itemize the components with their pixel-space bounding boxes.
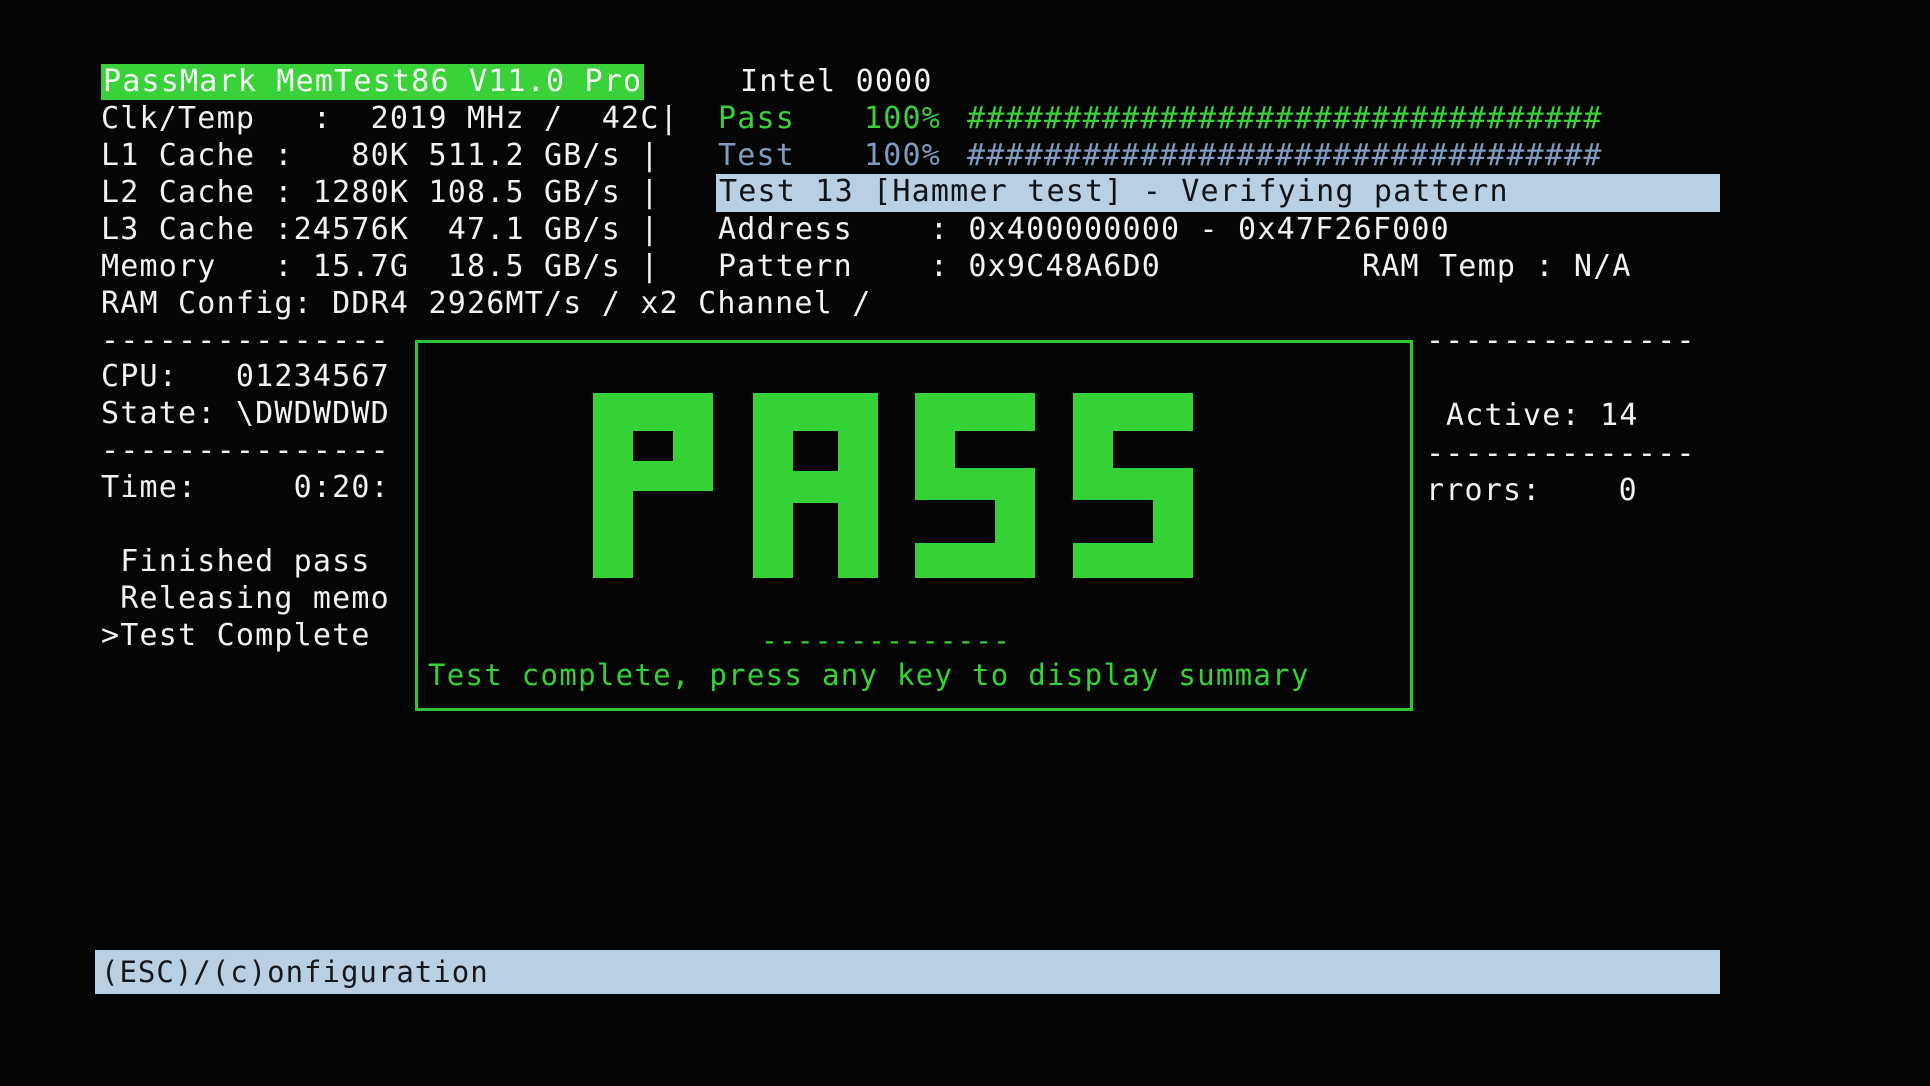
pass-progress-bar: ################################# xyxy=(967,101,1603,136)
pass-label: Pass xyxy=(718,101,796,136)
active-count: Active: 14 xyxy=(1446,398,1639,433)
elapsed-time: Time: 0:20: xyxy=(101,470,390,505)
right-divider-2: -------------- xyxy=(1426,436,1696,471)
test-label: Test xyxy=(718,138,796,173)
popup-divider: -------------- xyxy=(761,624,1012,657)
pattern: Pattern : 0x9C48A6D0 xyxy=(718,249,1162,284)
pass-dialog[interactable]: -------------- Test complete, press any … xyxy=(415,340,1413,711)
cpu-list: CPU: 01234567 xyxy=(101,359,390,394)
l1-cache: L1 Cache : 80K 511.2 GB/s | xyxy=(101,138,660,173)
address-range: Address : 0x400000000 - 0x47F26F000 xyxy=(718,212,1450,247)
left-divider-1: --------------- xyxy=(101,323,390,358)
ram-config: RAM Config: DDR4 2926MT/s / x2 Channel / xyxy=(101,286,872,321)
left-divider-2: --------------- xyxy=(101,433,390,468)
log-line-2: Releasing memo xyxy=(101,581,390,616)
ram-temp: RAM Temp : N/A xyxy=(1362,249,1632,284)
pass-big-text xyxy=(593,393,1193,578)
cpu-state: State: \DWDWDWD xyxy=(101,396,390,431)
log-line-3: >Test Complete xyxy=(101,618,371,653)
test-progress-bar: ################################# xyxy=(967,138,1603,173)
popup-message: Test complete, press any key to display … xyxy=(428,658,1310,692)
log-line-1: Finished pass xyxy=(101,544,371,579)
pass-percent: 100% xyxy=(864,101,942,136)
product-title: PassMark MemTest86 V11.0 Pro xyxy=(101,64,645,100)
error-count: rrors: 0 xyxy=(1426,473,1638,508)
footer-config-bar[interactable]: (ESC)/(c)onfiguration xyxy=(95,950,1720,994)
current-test-title: Test 13 [Hammer test] - Verifying patter… xyxy=(716,174,1720,212)
l3-cache: L3 Cache :24576K 47.1 GB/s | xyxy=(101,212,660,247)
clk-temp: Clk/Temp : 2019 MHz / 42C| xyxy=(101,101,679,136)
test-percent: 100% xyxy=(864,138,942,173)
memory: Memory : 15.7G 18.5 GB/s | xyxy=(101,249,660,284)
cpu-vendor: Intel 0000 xyxy=(740,64,933,99)
l2-cache: L2 Cache : 1280K 108.5 GB/s | xyxy=(101,175,660,210)
right-divider-1: -------------- xyxy=(1426,323,1696,358)
